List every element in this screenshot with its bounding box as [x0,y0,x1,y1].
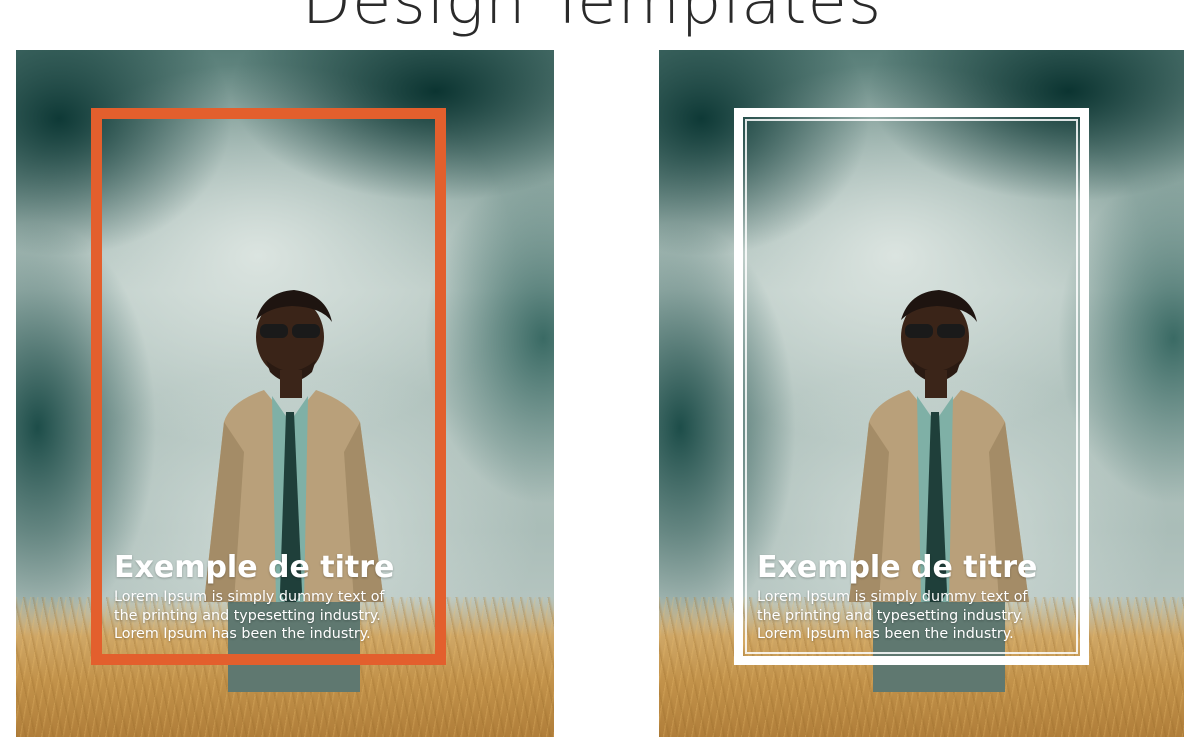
template-card-orange[interactable]: Exemple de titre Lorem Ipsum is simply d… [16,50,554,737]
caption-line: Lorem Ipsum is simply dummy text of [114,589,385,605]
caption-title: Exemple de titre [757,550,1038,585]
caption-block: Exemple de titre Lorem Ipsum is simply d… [114,550,444,644]
caption-line: Lorem Ipsum has been the industry. [757,626,1014,642]
page-header: Design Templates [301,0,883,39]
caption-body: Lorem Ipsum is simply dummy text of the … [114,588,444,644]
caption-line: the printing and typesetting industry. [114,607,381,624]
caption-body: Lorem Ipsum is simply dummy text of the … [757,588,1087,644]
caption-block: Exemple de titre Lorem Ipsum is simply d… [757,550,1087,644]
caption-title: Exemple de titre [114,550,395,585]
caption-line: Lorem Ipsum is simply dummy text of [757,589,1028,605]
template-card-white[interactable]: Exemple de titre Lorem Ipsum is simply d… [659,50,1184,737]
caption-line: Lorem Ipsum has been the industry. [114,626,371,642]
caption-line: the printing and typesetting industry. [757,607,1024,624]
